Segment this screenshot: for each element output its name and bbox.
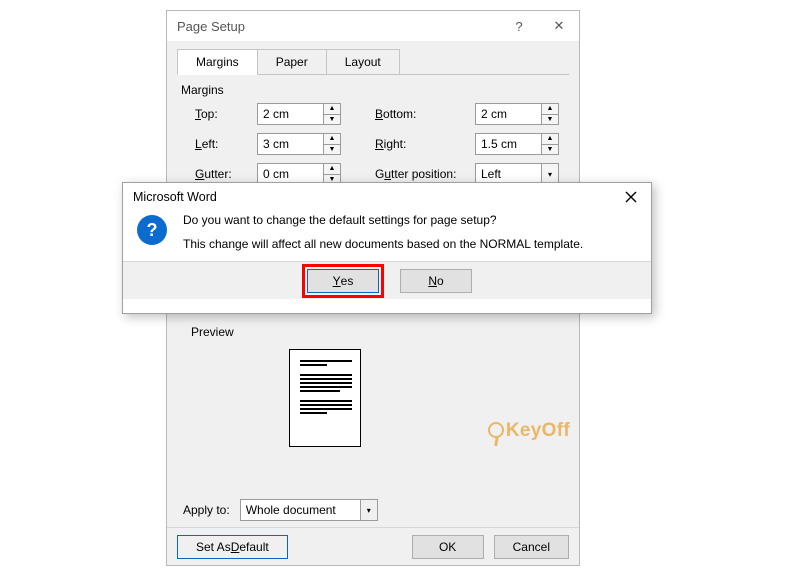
- modal-line2: This change will affect all new document…: [183, 237, 583, 251]
- close-icon[interactable]: ✕: [539, 11, 579, 41]
- close-icon[interactable]: [611, 183, 651, 211]
- right-field[interactable]: [475, 133, 541, 155]
- spin-down-icon[interactable]: ▼: [324, 144, 340, 155]
- spin-up-icon[interactable]: ▲: [324, 164, 340, 174]
- page-setup-footer: Set As Default OK Cancel: [167, 527, 579, 565]
- top-input[interactable]: ▲▼: [257, 103, 347, 125]
- key-icon: [488, 422, 504, 438]
- no-button[interactable]: No: [400, 269, 472, 293]
- preview-page: [289, 349, 361, 447]
- ok-button[interactable]: OK: [412, 535, 484, 559]
- preview-label: Preview: [191, 325, 569, 339]
- modal-footer: Yes No: [123, 261, 651, 299]
- tab-layout[interactable]: Layout: [326, 49, 400, 75]
- chevron-down-icon[interactable]: ▾: [360, 499, 378, 521]
- label-left: Left:: [195, 137, 257, 151]
- tabs: Margins Paper Layout: [167, 41, 579, 75]
- confirm-default-dialog: Microsoft Word ? Do you want to change t…: [122, 182, 652, 314]
- watermark: KeyOff: [488, 420, 570, 442]
- set-as-default-button[interactable]: Set As Default: [177, 535, 288, 559]
- apply-to-value: Whole document: [240, 499, 360, 521]
- top-field[interactable]: [257, 103, 323, 125]
- right-input[interactable]: ▲▼: [475, 133, 565, 155]
- apply-to-row: Apply to: Whole document ▾: [179, 499, 378, 521]
- label-gutter-pos: Gutter position:: [375, 167, 475, 181]
- bottom-input[interactable]: ▲▼: [475, 103, 565, 125]
- page-setup-title: Page Setup: [177, 19, 245, 34]
- modal-title: Microsoft Word: [133, 190, 217, 204]
- spin-up-icon[interactable]: ▲: [542, 104, 558, 114]
- spin-up-icon[interactable]: ▲: [542, 134, 558, 144]
- page-setup-titlebar: Page Setup ? ✕: [167, 11, 579, 41]
- margins-grid: Top: ▲▼ Bottom: ▲▼ Left: ▲▼ Right: ▲▼: [177, 103, 569, 185]
- bottom-field[interactable]: [475, 103, 541, 125]
- spin-up-icon[interactable]: ▲: [324, 104, 340, 114]
- margins-group-label: Margins: [181, 83, 569, 97]
- spin-down-icon[interactable]: ▼: [542, 114, 558, 125]
- cancel-button[interactable]: Cancel: [494, 535, 569, 559]
- label-top: Top:: [195, 107, 257, 121]
- label-bottom: Bottom:: [375, 107, 475, 121]
- left-input[interactable]: ▲▼: [257, 133, 347, 155]
- tab-paper[interactable]: Paper: [257, 49, 327, 75]
- spin-down-icon[interactable]: ▼: [542, 144, 558, 155]
- label-gutter: Gutter:: [195, 167, 257, 181]
- label-right: Right:: [375, 137, 475, 151]
- yes-highlight: Yes: [302, 264, 384, 298]
- question-icon: ?: [137, 215, 167, 245]
- apply-to-label: Apply to:: [183, 503, 230, 517]
- apply-to-select[interactable]: Whole document ▾: [240, 499, 378, 521]
- help-icon[interactable]: ?: [499, 11, 539, 41]
- yes-button[interactable]: Yes: [307, 269, 379, 293]
- modal-line1: Do you want to change the default settin…: [183, 213, 583, 227]
- spin-up-icon[interactable]: ▲: [324, 134, 340, 144]
- modal-titlebar: Microsoft Word: [123, 183, 651, 211]
- spin-down-icon[interactable]: ▼: [324, 114, 340, 125]
- tab-margins[interactable]: Margins: [177, 49, 258, 75]
- modal-message: Do you want to change the default settin…: [167, 213, 583, 261]
- left-field[interactable]: [257, 133, 323, 155]
